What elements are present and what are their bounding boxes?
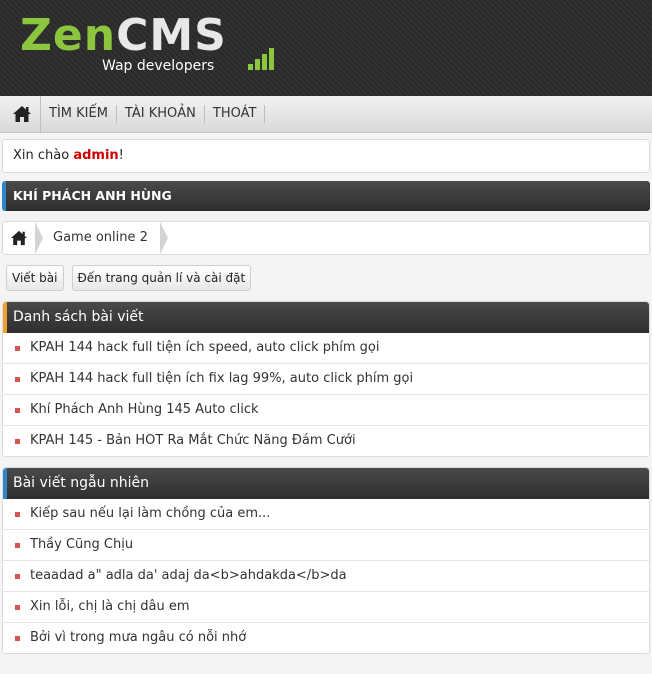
breadcrumb-home[interactable] <box>3 222 43 254</box>
random-list-panel: Bài viết ngẫu nhiên Kiếp sau nếu lại làm… <box>2 467 650 654</box>
page-title: KHÍ PHÁCH ANH HÙNG <box>2 181 650 211</box>
home-icon <box>13 106 31 122</box>
logo-zen: Zen <box>20 10 117 61</box>
bullet-icon <box>15 604 20 610</box>
post-list: KPAH 144 hack full tiện ích speed, auto … <box>3 333 649 456</box>
main-nav: TÌM KIẾM TÀI KHOẢN THOÁT <box>0 96 652 133</box>
list-item[interactable]: Kiếp sau nếu lại làm chồng của em... <box>3 499 649 530</box>
bullet-icon <box>15 573 20 579</box>
list-item-link[interactable]: Bởi vì trong mưa ngâu có nỗi nhớ <box>30 623 246 653</box>
logo-tagline: Wap developers <box>102 58 215 74</box>
nav-item-search[interactable]: TÌM KIẾM <box>41 105 117 123</box>
bullet-icon <box>15 542 20 548</box>
logo-cms: CMS <box>116 10 227 61</box>
list-item-link[interactable]: Xin lỗi, chị là chị dâu em <box>30 592 190 622</box>
bullet-icon <box>15 635 20 641</box>
bullet-icon <box>15 345 20 351</box>
breadcrumb-item[interactable]: Game online 2 <box>35 222 168 254</box>
nav-item-logout[interactable]: THOÁT <box>205 105 266 123</box>
post-list-title: Danh sách bài viết <box>3 302 649 333</box>
nav-item-account[interactable]: TÀI KHOẢN <box>117 105 205 123</box>
bullet-icon <box>15 511 20 517</box>
list-item-link[interactable]: KPAH 145 - Bản HOT Ra Mắt Chức Năng Đám … <box>30 426 356 456</box>
greeting-username[interactable]: admin <box>73 148 118 163</box>
breadcrumb: Game online 2 <box>2 221 650 255</box>
post-list-panel: Danh sách bài viết KPAH 144 hack full ti… <box>2 301 650 457</box>
write-post-button[interactable]: Viết bài <box>6 265 64 291</box>
random-list: Kiếp sau nếu lại làm chồng của em... Thầ… <box>3 499 649 653</box>
bullet-icon <box>15 376 20 382</box>
greeting-box: Xin chào admin! <box>2 139 650 173</box>
list-item[interactable]: KPAH 144 hack full tiện ích speed, auto … <box>3 333 649 364</box>
bullet-icon <box>15 407 20 413</box>
greeting-prefix: Xin chào <box>13 148 74 163</box>
list-item[interactable]: Xin lỗi, chị là chị dâu em <box>3 592 649 623</box>
signal-bars-icon <box>226 48 274 70</box>
list-item[interactable]: Thầy Cũng Chịu <box>3 530 649 561</box>
list-item[interactable]: KPAH 144 hack full tiện ích fix lag 99%,… <box>3 364 649 395</box>
random-list-title: Bài viết ngẫu nhiên <box>3 468 649 499</box>
list-item[interactable]: Khí Phách Anh Hùng 145 Auto click <box>3 395 649 426</box>
list-item[interactable]: Bởi vì trong mưa ngâu có nỗi nhớ <box>3 623 649 653</box>
home-icon <box>11 230 27 246</box>
site-logo[interactable]: ZenCMS Wap developers <box>20 14 274 74</box>
list-item-link[interactable]: KPAH 144 hack full tiện ích speed, auto … <box>30 333 380 363</box>
action-bar: Viết bài Đến trang quản lí và cài đặt <box>6 265 652 291</box>
list-item-link[interactable]: Kiếp sau nếu lại làm chồng của em... <box>30 499 270 529</box>
list-item-link[interactable]: KPAH 144 hack full tiện ích fix lag 99%,… <box>30 364 413 394</box>
list-item-link[interactable]: Khí Phách Anh Hùng 145 Auto click <box>30 395 259 425</box>
bullet-icon <box>15 438 20 444</box>
nav-home-button[interactable] <box>4 96 41 132</box>
greeting-suffix: ! <box>118 148 124 163</box>
list-item[interactable]: KPAH 145 - Bản HOT Ra Mắt Chức Năng Đám … <box>3 426 649 456</box>
logo-wordmark: ZenCMS <box>20 14 227 58</box>
list-item-link[interactable]: Thầy Cũng Chịu <box>30 530 133 560</box>
list-item[interactable]: teaadad a" adla da' adaj da<b>ahdakda</b… <box>3 561 649 592</box>
site-header: ZenCMS Wap developers <box>0 0 652 96</box>
manage-settings-button[interactable]: Đến trang quản lí và cài đặt <box>71 265 252 291</box>
list-item-link[interactable]: teaadad a" adla da' adaj da<b>ahdakda</b… <box>30 561 347 591</box>
